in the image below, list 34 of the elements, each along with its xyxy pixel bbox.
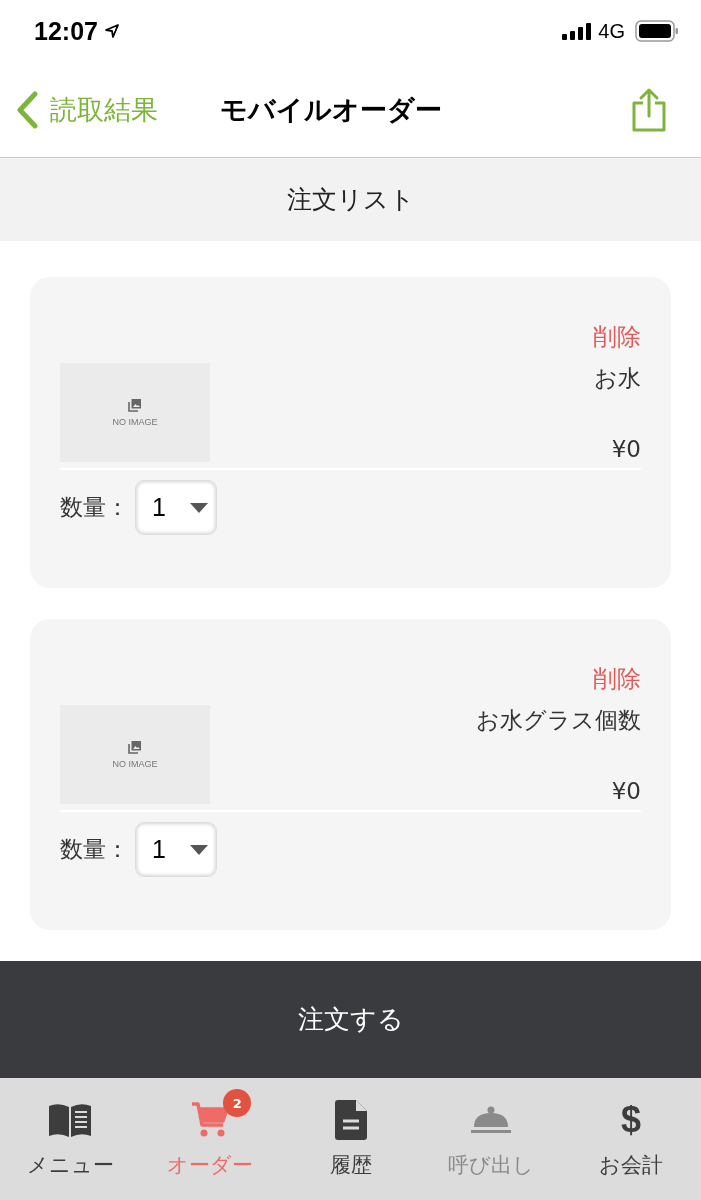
item-name: お水	[594, 364, 641, 393]
quantity-select[interactable]: 1	[135, 822, 217, 877]
open-book-icon	[47, 1102, 94, 1138]
quantity-label: 数量：	[60, 493, 129, 522]
tab-item[interactable]: 履歴	[280, 1078, 421, 1200]
item-price: ¥0	[611, 778, 641, 804]
network-label: 4G	[598, 19, 625, 43]
order-button[interactable]: 注文する	[0, 961, 701, 1078]
share-icon[interactable]	[631, 86, 667, 133]
tab-item[interactable]: メニュー	[0, 1078, 141, 1200]
signal-icon	[562, 22, 593, 40]
item-name: お水グラス個数	[476, 706, 641, 735]
dollar-icon: $	[620, 1099, 641, 1141]
document-icon	[334, 1100, 367, 1140]
no-image-text: NO IMAGE	[112, 417, 158, 427]
battery-icon	[635, 20, 679, 42]
cart-icon	[191, 1101, 230, 1139]
caret-down-icon	[190, 502, 208, 513]
item-price: ¥0	[611, 436, 641, 462]
chevron-left-icon	[16, 90, 38, 129]
nav-title: モバイルオーダー	[220, 92, 443, 127]
tab-item[interactable]: 2 オーダー	[140, 1078, 281, 1200]
quantity-select[interactable]: 1	[135, 480, 217, 535]
caret-down-icon	[190, 844, 208, 855]
image-icon	[128, 740, 142, 754]
service-bell-icon	[470, 1105, 511, 1135]
quantity-label: 数量：	[60, 835, 129, 864]
tab-item[interactable]: $ お会計	[560, 1078, 701, 1200]
location-arrow-icon	[103, 23, 120, 39]
section-title: 注文リスト	[286, 184, 415, 216]
no-image-text: NO IMAGE	[112, 759, 158, 769]
image-icon	[128, 398, 142, 412]
status-time: 12:07	[34, 16, 98, 46]
count-badge: 2	[223, 1089, 252, 1117]
